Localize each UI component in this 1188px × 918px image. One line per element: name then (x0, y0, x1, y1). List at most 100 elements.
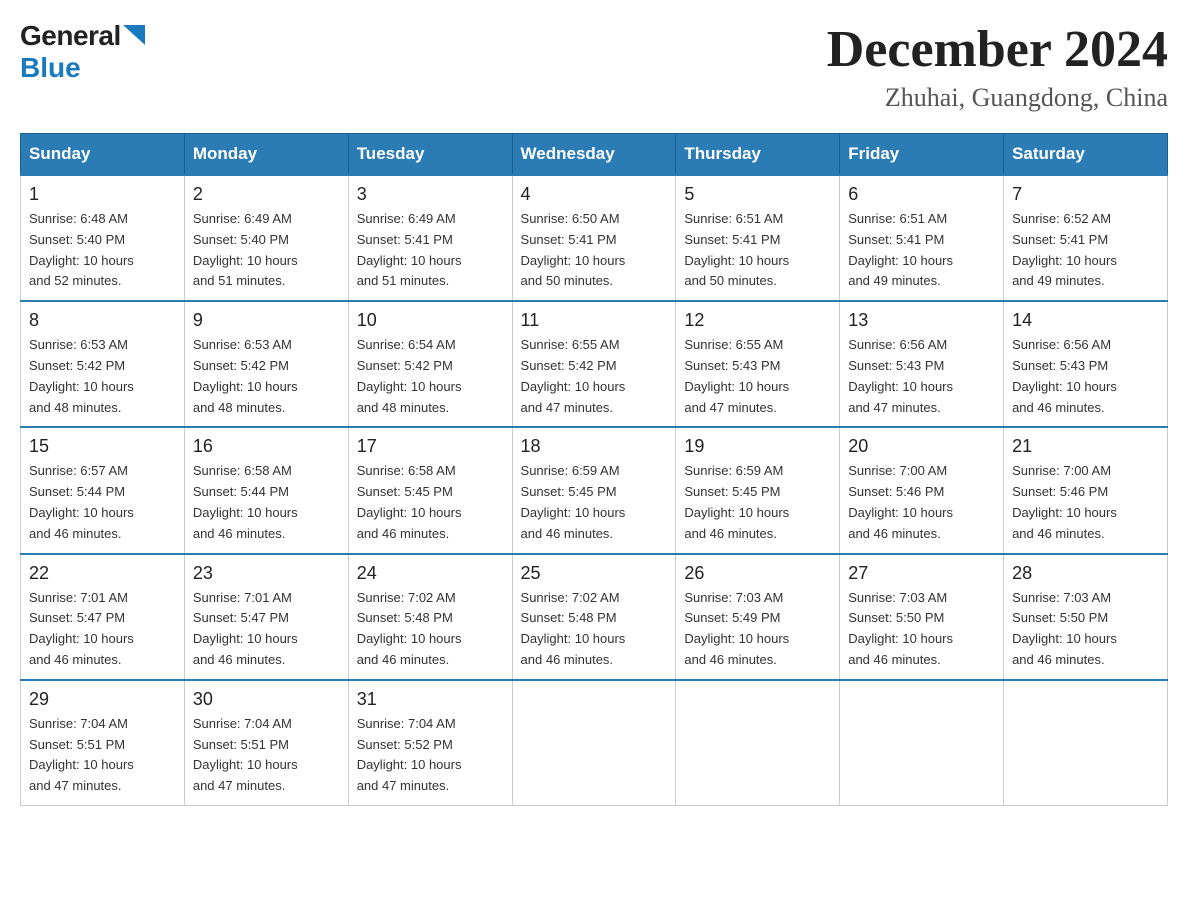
title-area: December 2024 Zhuhai, Guangdong, China (827, 20, 1168, 113)
day-info: Sunrise: 7:03 AMSunset: 5:49 PMDaylight:… (684, 588, 831, 671)
day-cell-20: 20Sunrise: 7:00 AMSunset: 5:46 PMDayligh… (840, 427, 1004, 553)
empty-cell (512, 680, 676, 806)
day-header-thursday: Thursday (676, 134, 840, 176)
day-cell-18: 18Sunrise: 6:59 AMSunset: 5:45 PMDayligh… (512, 427, 676, 553)
day-header-sunday: Sunday (21, 134, 185, 176)
day-number: 22 (29, 563, 176, 584)
day-info: Sunrise: 6:54 AMSunset: 5:42 PMDaylight:… (357, 335, 504, 418)
week-row-4: 22 Sunrise: 7:01 AMSunset: 5:47 PMDayligh… (21, 554, 1168, 680)
day-number: 26 (684, 563, 831, 584)
day-cell-4: 4Sunrise: 6:50 AMSunset: 5:41 PMDaylight… (512, 175, 676, 301)
day-header-wednesday: Wednesday (512, 134, 676, 176)
day-info: Sunrise: 6:55 AMSunset: 5:42 PMDaylight:… (521, 335, 668, 418)
empty-cell (1004, 680, 1168, 806)
day-number: 17 (357, 436, 504, 457)
days-header-row: SundayMondayTuesdayWednesdayThursdayFrid… (21, 134, 1168, 176)
day-number: 2 (193, 184, 340, 205)
page-header: General Blue December 2024 Zhuhai, Guang… (20, 20, 1168, 113)
logo-general-text: General (20, 20, 121, 52)
day-cell-12: 12 Sunrise: 6:55 AMSunset: 5:43 PMDayligh… (676, 301, 840, 427)
day-cell-3: 3 Sunrise: 6:49 AMSunset: 5:41 PMDaylight… (348, 175, 512, 301)
day-number: 6 (848, 184, 995, 205)
day-cell-2: 2 Sunrise: 6:49 AMSunset: 5:40 PMDaylight… (184, 175, 348, 301)
day-number: 19 (684, 436, 831, 457)
day-cell-24: 24 Sunrise: 7:02 AMSunset: 5:48 PMDayligh… (348, 554, 512, 680)
day-number: 7 (1012, 184, 1159, 205)
day-info: Sunrise: 6:51 AMSunset: 5:41 PMDaylight:… (684, 209, 831, 292)
day-number: 3 (357, 184, 504, 205)
day-cell-5: 5 Sunrise: 6:51 AMSunset: 5:41 PMDaylight… (676, 175, 840, 301)
calendar-title: December 2024 (827, 20, 1168, 79)
day-info: Sunrise: 6:49 AMSunset: 5:40 PMDaylight:… (193, 209, 340, 292)
day-info: Sunrise: 6:53 AMSunset: 5:42 PMDaylight:… (193, 335, 340, 418)
day-cell-29: 29 Sunrise: 7:04 AMSunset: 5:51 PMDayligh… (21, 680, 185, 806)
day-cell-26: 26 Sunrise: 7:03 AMSunset: 5:49 PMDayligh… (676, 554, 840, 680)
day-info: Sunrise: 7:01 AMSunset: 5:47 PMDaylight:… (29, 588, 176, 671)
day-info: Sunrise: 6:56 AMSunset: 5:43 PMDaylight:… (1012, 335, 1159, 418)
day-info: Sunrise: 7:04 AMSunset: 5:52 PMDaylight:… (357, 714, 504, 797)
day-cell-13: 13Sunrise: 6:56 AMSunset: 5:43 PMDayligh… (840, 301, 1004, 427)
day-number: 9 (193, 310, 340, 331)
day-cell-10: 10 Sunrise: 6:54 AMSunset: 5:42 PMDayligh… (348, 301, 512, 427)
day-info: Sunrise: 7:04 AMSunset: 5:51 PMDaylight:… (29, 714, 176, 797)
day-cell-8: 8Sunrise: 6:53 AMSunset: 5:42 PMDaylight… (21, 301, 185, 427)
day-cell-23: 23 Sunrise: 7:01 AMSunset: 5:47 PMDayligh… (184, 554, 348, 680)
day-cell-6: 6 Sunrise: 6:51 AMSunset: 5:41 PMDaylight… (840, 175, 1004, 301)
day-cell-17: 17 Sunrise: 6:58 AMSunset: 5:45 PMDayligh… (348, 427, 512, 553)
day-header-friday: Friday (840, 134, 1004, 176)
day-number: 25 (521, 563, 668, 584)
day-number: 14 (1012, 310, 1159, 331)
day-cell-11: 11 Sunrise: 6:55 AMSunset: 5:42 PMDayligh… (512, 301, 676, 427)
day-cell-1: 1Sunrise: 6:48 AMSunset: 5:40 PMDaylight… (21, 175, 185, 301)
day-info: Sunrise: 6:56 AMSunset: 5:43 PMDaylight:… (848, 335, 995, 418)
day-number: 27 (848, 563, 995, 584)
day-info: Sunrise: 6:53 AMSunset: 5:42 PMDaylight:… (29, 335, 176, 418)
day-info: Sunrise: 6:58 AMSunset: 5:44 PMDaylight:… (193, 461, 340, 544)
day-info: Sunrise: 6:50 AMSunset: 5:41 PMDaylight:… (521, 209, 668, 292)
day-number: 28 (1012, 563, 1159, 584)
day-cell-7: 7 Sunrise: 6:52 AMSunset: 5:41 PMDaylight… (1004, 175, 1168, 301)
day-info: Sunrise: 6:49 AMSunset: 5:41 PMDaylight:… (357, 209, 504, 292)
calendar-table: SundayMondayTuesdayWednesdayThursdayFrid… (20, 133, 1168, 806)
day-info: Sunrise: 7:03 AMSunset: 5:50 PMDaylight:… (848, 588, 995, 671)
day-cell-25: 25 Sunrise: 7:02 AMSunset: 5:48 PMDayligh… (512, 554, 676, 680)
day-info: Sunrise: 6:57 AMSunset: 5:44 PMDaylight:… (29, 461, 176, 544)
day-number: 11 (521, 310, 668, 331)
day-cell-22: 22 Sunrise: 7:01 AMSunset: 5:47 PMDayligh… (21, 554, 185, 680)
logo: General Blue (20, 20, 145, 84)
day-number: 10 (357, 310, 504, 331)
week-row-3: 15Sunrise: 6:57 AMSunset: 5:44 PMDayligh… (21, 427, 1168, 553)
day-cell-28: 28 Sunrise: 7:03 AMSunset: 5:50 PMDayligh… (1004, 554, 1168, 680)
day-info: Sunrise: 7:01 AMSunset: 5:47 PMDaylight:… (193, 588, 340, 671)
empty-cell (676, 680, 840, 806)
day-info: Sunrise: 6:58 AMSunset: 5:45 PMDaylight:… (357, 461, 504, 544)
day-info: Sunrise: 6:55 AMSunset: 5:43 PMDaylight:… (684, 335, 831, 418)
day-cell-30: 30 Sunrise: 7:04 AMSunset: 5:51 PMDayligh… (184, 680, 348, 806)
day-number: 29 (29, 689, 176, 710)
day-header-tuesday: Tuesday (348, 134, 512, 176)
day-number: 30 (193, 689, 340, 710)
logo-blue-text: Blue (20, 52, 81, 84)
day-info: Sunrise: 7:04 AMSunset: 5:51 PMDaylight:… (193, 714, 340, 797)
day-cell-15: 15Sunrise: 6:57 AMSunset: 5:44 PMDayligh… (21, 427, 185, 553)
day-info: Sunrise: 7:02 AMSunset: 5:48 PMDaylight:… (357, 588, 504, 671)
week-row-2: 8Sunrise: 6:53 AMSunset: 5:42 PMDaylight… (21, 301, 1168, 427)
day-number: 31 (357, 689, 504, 710)
day-cell-14: 14 Sunrise: 6:56 AMSunset: 5:43 PMDayligh… (1004, 301, 1168, 427)
day-cell-27: 27 Sunrise: 7:03 AMSunset: 5:50 PMDayligh… (840, 554, 1004, 680)
day-info: Sunrise: 7:00 AMSunset: 5:46 PMDaylight:… (1012, 461, 1159, 544)
day-number: 12 (684, 310, 831, 331)
day-cell-21: 21Sunrise: 7:00 AMSunset: 5:46 PMDayligh… (1004, 427, 1168, 553)
day-number: 24 (357, 563, 504, 584)
day-info: Sunrise: 7:03 AMSunset: 5:50 PMDaylight:… (1012, 588, 1159, 671)
day-info: Sunrise: 6:52 AMSunset: 5:41 PMDaylight:… (1012, 209, 1159, 292)
day-info: Sunrise: 6:51 AMSunset: 5:41 PMDaylight:… (848, 209, 995, 292)
day-header-monday: Monday (184, 134, 348, 176)
day-number: 23 (193, 563, 340, 584)
day-info: Sunrise: 7:02 AMSunset: 5:48 PMDaylight:… (521, 588, 668, 671)
day-cell-16: 16 Sunrise: 6:58 AMSunset: 5:44 PMDayligh… (184, 427, 348, 553)
day-cell-19: 19Sunrise: 6:59 AMSunset: 5:45 PMDayligh… (676, 427, 840, 553)
day-number: 18 (521, 436, 668, 457)
day-number: 5 (684, 184, 831, 205)
day-number: 16 (193, 436, 340, 457)
